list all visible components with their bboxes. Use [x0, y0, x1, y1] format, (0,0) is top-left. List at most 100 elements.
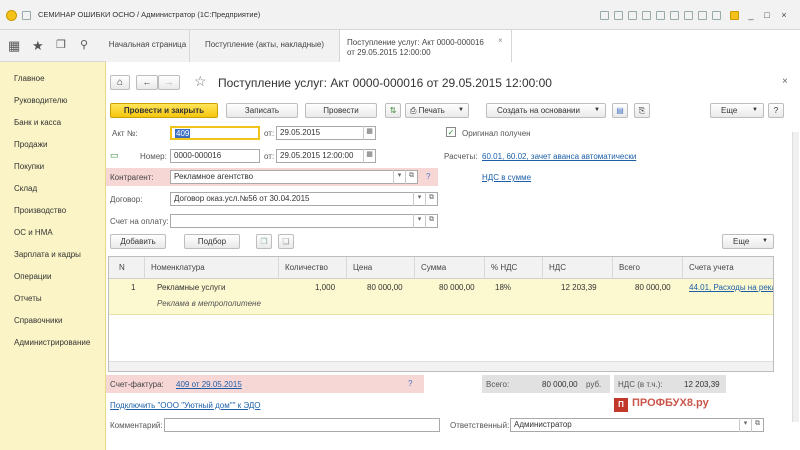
table-more-button[interactable]: Еще ▼: [722, 234, 774, 249]
print-button[interactable]: ⎙ Печать ▼: [405, 103, 469, 118]
home-button[interactable]: ⌂: [110, 75, 130, 90]
toolbar-icon-8[interactable]: [698, 11, 707, 20]
post-and-close-button[interactable]: Провести и закрыть: [110, 103, 218, 118]
table-h-scrollbar[interactable]: [109, 361, 773, 371]
sidebar-item-admin[interactable]: Администрирование: [14, 338, 90, 347]
dropdown-icon[interactable]: ▾: [739, 418, 751, 432]
col-accounts[interactable]: Счета учета: [683, 257, 773, 279]
sidebar-item-main[interactable]: Главное: [14, 74, 45, 83]
more-button[interactable]: Еще ▼: [710, 103, 764, 118]
search-icon[interactable]: ⚲: [80, 38, 88, 51]
toolbar-icon-1[interactable]: [600, 11, 609, 20]
save-button[interactable]: Записать: [226, 103, 298, 118]
tab-receipts[interactable]: Поступление (акты, накладные): [190, 30, 340, 62]
sidebar-item-catalogs[interactable]: Справочники: [14, 316, 62, 325]
number-input[interactable]: 0000-000016: [170, 149, 260, 163]
cell-item[interactable]: Рекламные услуги: [157, 283, 225, 292]
favorite-star-icon[interactable]: ☆: [194, 73, 207, 90]
act-number-input[interactable]: 409: [170, 126, 260, 140]
dropdown-icon[interactable]: ▾: [393, 170, 405, 184]
sidebar-item-payroll[interactable]: Зарплата и кадры: [14, 250, 81, 259]
report-icon[interactable]: ▤: [612, 103, 628, 118]
back-button[interactable]: ←: [136, 75, 158, 90]
counterparty-input[interactable]: Рекламное агентство ▾ ⧉: [170, 170, 418, 184]
edit-number-icon[interactable]: ▭: [110, 150, 119, 161]
toolbar-icon-9[interactable]: [712, 11, 721, 20]
original-received-checkbox[interactable]: ✓: [446, 127, 456, 137]
toolbar-icon-2[interactable]: [614, 11, 623, 20]
grid-menu-icon[interactable]: ▦: [8, 38, 20, 54]
open-icon[interactable]: ⧉: [405, 170, 417, 184]
col-vat-rate[interactable]: % НДС: [485, 257, 543, 279]
number-date-input[interactable]: 29.05.2015 12:00:00 ▦: [276, 149, 376, 163]
toolbar-icon-7[interactable]: [684, 11, 693, 20]
invoice-link[interactable]: 409 от 29.05.2015: [176, 380, 242, 389]
sidebar-item-purchases[interactable]: Покупки: [14, 162, 44, 171]
history-icon[interactable]: ❐: [56, 38, 66, 51]
cell-vat[interactable]: 12 203,39: [561, 283, 597, 292]
sidebar-item-assets[interactable]: ОС и НМА: [14, 228, 53, 237]
sidebar-item-manager[interactable]: Руководителю: [14, 96, 67, 105]
favorites-star-icon[interactable]: ★: [32, 38, 44, 54]
sidebar-item-production[interactable]: Производство: [14, 206, 66, 215]
open-icon[interactable]: ⧉: [425, 214, 437, 228]
col-total[interactable]: Всего: [613, 257, 683, 279]
paste-icon[interactable]: ❏: [278, 234, 294, 249]
help-button[interactable]: ?: [768, 103, 784, 118]
calendar-icon[interactable]: ▦: [363, 149, 375, 163]
act-date-input[interactable]: 29.05.2015 ▦: [276, 126, 376, 140]
toolbar-icon-5[interactable]: [656, 11, 665, 20]
sidebar-item-bank[interactable]: Банк и касса: [14, 118, 61, 127]
responsible-input[interactable]: Администратор ▾ ⧉: [510, 418, 764, 432]
open-icon[interactable]: ⧉: [751, 418, 763, 432]
invoice-help[interactable]: ?: [408, 379, 412, 388]
cell-price[interactable]: 80 000,00: [367, 283, 403, 292]
col-price[interactable]: Цена: [347, 257, 415, 279]
open-icon[interactable]: ⧉: [425, 192, 437, 206]
dt-kt-icon[interactable]: ⇅: [385, 103, 401, 118]
col-item[interactable]: Номенклатура: [145, 257, 279, 279]
table-row[interactable]: 1 Рекламные услуги Реклама в метрополите…: [109, 279, 773, 315]
tab-close-icon[interactable]: ×: [498, 36, 503, 46]
cell-accounts[interactable]: 44.01, Расходы на рекл: [689, 283, 773, 292]
attach-icon[interactable]: ⎘: [634, 103, 650, 118]
tab-service-receipt[interactable]: Поступление услуг: Акт 0000-000016 от 29…: [340, 30, 512, 62]
toolbar-icon-4[interactable]: [642, 11, 651, 20]
toolbar-icon-3[interactable]: [628, 11, 637, 20]
cell-total[interactable]: 80 000,00: [635, 283, 671, 292]
cell-sum[interactable]: 80 000,00: [439, 283, 475, 292]
col-vat[interactable]: НДС: [543, 257, 613, 279]
minimize-button[interactable]: _: [746, 10, 756, 20]
dropdown-icon[interactable]: ▾: [413, 214, 425, 228]
create-based-on-button[interactable]: Создать на основании ▼: [486, 103, 606, 118]
sidebar-item-operations[interactable]: Операции: [14, 272, 51, 281]
edo-link[interactable]: Подключить "ООО "Уютный дом"" к ЭДО: [110, 401, 260, 410]
contract-input[interactable]: Договор оказ.усл.№56 от 30.04.2015 ▾ ⧉: [170, 192, 438, 206]
form-close-icon[interactable]: ×: [782, 76, 788, 87]
payment-invoice-input[interactable]: ▾ ⧉: [170, 214, 438, 228]
maximize-button[interactable]: □: [762, 10, 772, 20]
calendar-icon[interactable]: ▦: [363, 126, 375, 140]
toolbar-icon-6[interactable]: [670, 11, 679, 20]
vat-in-sum-link[interactable]: НДС в сумме: [482, 173, 531, 182]
close-window-button[interactable]: ×: [779, 10, 789, 20]
info-icon[interactable]: [730, 11, 739, 20]
cell-qty[interactable]: 1,000: [315, 283, 335, 292]
form-scrollbar[interactable]: [792, 132, 799, 422]
pick-button[interactable]: Подбор: [184, 234, 240, 249]
comment-input[interactable]: [164, 418, 440, 432]
sidebar-item-warehouse[interactable]: Склад: [14, 184, 37, 193]
cell-vat-rate[interactable]: 18%: [495, 283, 511, 292]
dropdown-icon[interactable]: ▾: [413, 192, 425, 206]
window-menu-icon[interactable]: [22, 11, 31, 20]
post-button[interactable]: Провести: [305, 103, 377, 118]
forward-button[interactable]: →: [158, 75, 180, 90]
sidebar-item-reports[interactable]: Отчеты: [14, 294, 42, 303]
copy-icon[interactable]: ❐: [256, 234, 272, 249]
add-row-button[interactable]: Добавить: [110, 234, 166, 249]
col-sum[interactable]: Сумма: [415, 257, 485, 279]
settlements-link[interactable]: 60.01, 60.02, зачет аванса автоматически: [482, 152, 636, 161]
counterparty-help[interactable]: ?: [426, 172, 430, 181]
sidebar-item-sales[interactable]: Продажи: [14, 140, 47, 149]
col-qty[interactable]: Количество: [279, 257, 347, 279]
